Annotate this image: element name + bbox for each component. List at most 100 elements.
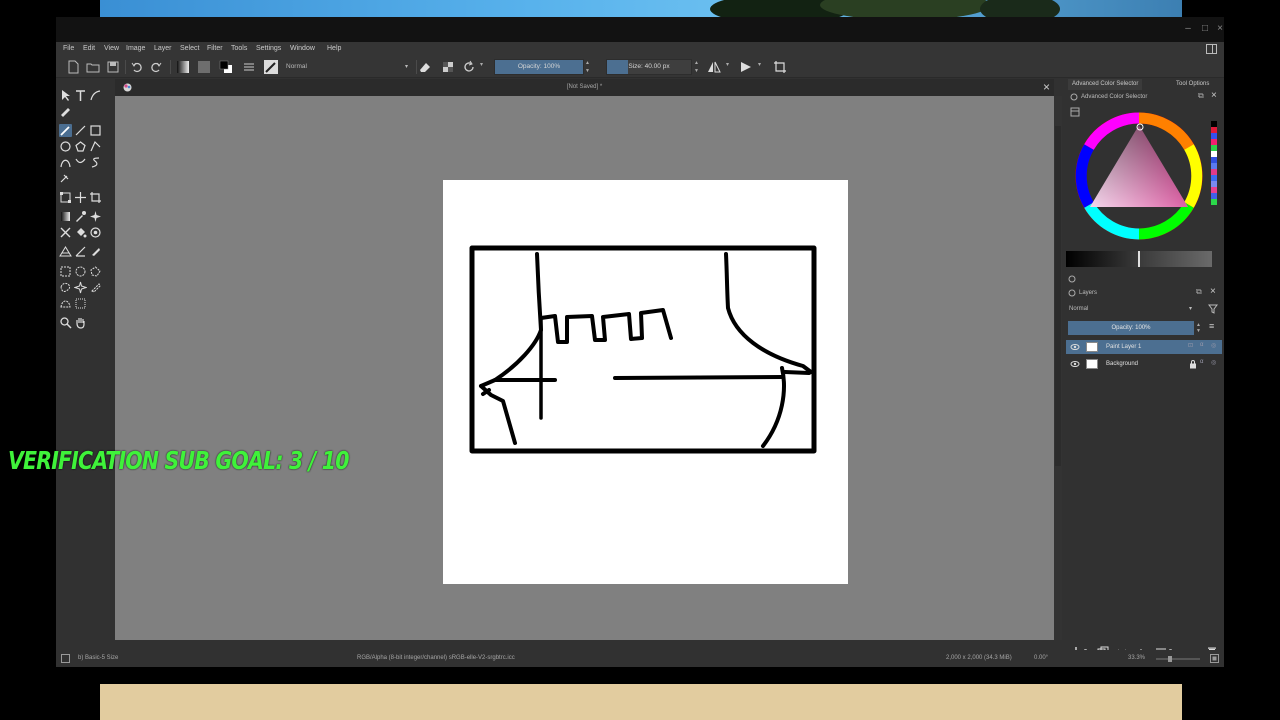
menu-layer[interactable]: Layer (154, 43, 172, 55)
ellipse-select-icon[interactable] (74, 265, 87, 278)
menu-edit[interactable]: Edit (83, 43, 95, 55)
rect-select-icon[interactable] (59, 265, 72, 278)
canvas-paper[interactable] (443, 180, 848, 584)
minimize-icon[interactable]: – (1182, 23, 1194, 35)
zoom-tool-icon[interactable] (59, 316, 72, 329)
menu-window[interactable]: Window (290, 43, 315, 55)
ellipse-tool-icon[interactable] (59, 140, 72, 153)
layer-name[interactable]: Background (1106, 357, 1138, 371)
brush-preset-status-icon[interactable] (61, 654, 70, 663)
smart-patch-icon[interactable] (89, 210, 102, 223)
layer-row-background[interactable]: Background α ◎ (1066, 357, 1222, 371)
contiguous-select-icon[interactable] (74, 281, 87, 294)
layer-opacity-slider[interactable]: Opacity: 100% (1068, 321, 1194, 335)
close-document-icon[interactable]: × (1043, 79, 1050, 96)
freehand-path-icon[interactable] (74, 156, 87, 169)
mirror-horizontal-icon[interactable] (707, 60, 721, 74)
bezier-tool-icon[interactable] (59, 156, 72, 169)
vertical-scrollbar[interactable] (1054, 96, 1062, 640)
tab-tool-options[interactable]: Tool Options (1172, 79, 1213, 90)
undo-icon[interactable] (130, 60, 144, 74)
menu-settings[interactable]: Settings (256, 43, 281, 55)
enclose-fill-icon[interactable] (89, 226, 102, 239)
rectangle-tool-icon[interactable] (89, 124, 102, 137)
transform-tool-icon[interactable] (59, 191, 72, 204)
mirror-vertical-icon[interactable] (739, 60, 753, 74)
visibility-eye-icon[interactable] (1070, 359, 1080, 369)
document-tab[interactable]: [Not Saved] * × (115, 79, 1054, 96)
color-picker-icon[interactable] (74, 210, 87, 223)
layer-opacity-stepper-icon[interactable]: ▲ ▼ (1196, 322, 1201, 334)
mirror-v-dropdown-icon[interactable]: ▾ (758, 61, 761, 68)
canvas-area[interactable] (115, 96, 1054, 640)
alpha-lock-icon[interactable]: α (1200, 359, 1203, 365)
close-docker-icon[interactable]: × (1211, 90, 1217, 101)
menu-file[interactable]: File (63, 43, 74, 55)
rotation-text[interactable]: 0.00° (1034, 650, 1048, 667)
menu-help[interactable]: Help (327, 43, 341, 55)
zoom-level[interactable]: 33.3% (1128, 650, 1145, 667)
alpha-lock-icon[interactable]: α (1200, 342, 1203, 348)
move-tool-icon[interactable] (74, 191, 87, 204)
refresh-icon[interactable] (1068, 275, 1076, 283)
dynamic-brush-icon[interactable] (89, 156, 102, 169)
opacity-slider[interactable]: Opacity: 100% (494, 59, 584, 75)
bezier-select-icon[interactable] (59, 297, 72, 310)
reload-preset-icon[interactable] (462, 60, 476, 74)
perspective-grid-icon[interactable] (59, 245, 72, 258)
wrap-around-icon[interactable] (773, 60, 787, 74)
menu-filter[interactable]: Filter (207, 43, 223, 55)
magnetic-select-icon[interactable] (74, 297, 87, 310)
zoom-slider[interactable] (1156, 656, 1200, 662)
edit-brush-settings-icon[interactable] (242, 60, 256, 74)
redo-icon[interactable] (149, 60, 163, 74)
gradient-icon[interactable] (176, 60, 190, 74)
layer-row-paint-layer[interactable]: Paint Layer 1 ⊡ α ◎ (1066, 340, 1222, 354)
freehand-select-icon[interactable] (59, 281, 72, 294)
size-stepper-icon[interactable]: ▲ ▼ (694, 59, 699, 75)
tab-advanced-color-selector[interactable]: Advanced Color Selector (1068, 79, 1143, 90)
select-shapes-icon[interactable] (59, 89, 72, 102)
fg-bg-color-icon[interactable] (219, 60, 233, 74)
crop-tool-icon[interactable] (89, 191, 102, 204)
measure-tool-icon[interactable] (74, 245, 87, 258)
eraser-icon[interactable] (418, 60, 432, 74)
color-wheel[interactable] (1074, 111, 1204, 241)
layer-menu-icon[interactable]: ≡ (1209, 321, 1214, 331)
menu-select[interactable]: Select (180, 43, 199, 55)
value-slider[interactable] (1066, 251, 1212, 267)
docker-settings-icon[interactable] (1070, 93, 1078, 101)
freehand-brush-icon[interactable] (59, 124, 72, 137)
line-tool-icon[interactable] (74, 124, 87, 137)
edit-shapes-icon[interactable] (59, 104, 72, 117)
multibrush-icon[interactable] (59, 171, 72, 184)
brush-preset-icon[interactable] (264, 60, 278, 74)
polygon-tool-icon[interactable] (74, 140, 87, 153)
menu-tools[interactable]: Tools (231, 43, 247, 55)
fit-to-view-icon[interactable] (1210, 654, 1219, 663)
pan-tool-icon[interactable] (74, 316, 87, 329)
size-slider[interactable]: Size: 40.00 px (606, 59, 692, 75)
close-icon[interactable]: × (1214, 23, 1226, 35)
preserve-alpha-icon[interactable] (441, 60, 455, 74)
save-icon[interactable] (106, 60, 120, 74)
assistant-tool-icon[interactable] (59, 226, 72, 239)
visibility-eye-icon[interactable] (1070, 342, 1080, 352)
polygon-select-icon[interactable] (89, 265, 102, 278)
layer-filter-icon[interactable] (1208, 304, 1218, 314)
opacity-stepper-icon[interactable]: ▲ ▼ (585, 59, 590, 75)
gradient-tool-icon[interactable] (59, 210, 72, 223)
layer-name[interactable]: Paint Layer 1 (1106, 340, 1141, 354)
mirror-h-dropdown-icon[interactable]: ▾ (726, 61, 729, 68)
float-layers-icon[interactable]: ⧉ (1196, 287, 1202, 297)
polyline-tool-icon[interactable] (89, 140, 102, 153)
reference-image-icon[interactable] (89, 245, 102, 258)
close-layers-icon[interactable]: × (1210, 286, 1216, 297)
similar-select-icon[interactable] (89, 281, 102, 294)
lock-icon[interactable] (1188, 359, 1198, 369)
inherit-alpha-icon[interactable]: ◎ (1211, 342, 1216, 349)
color-history-swatches[interactable] (1211, 121, 1217, 205)
maximize-icon[interactable]: □ (1199, 23, 1211, 35)
text-tool-icon[interactable] (74, 89, 87, 102)
menu-image[interactable]: Image (126, 43, 145, 55)
